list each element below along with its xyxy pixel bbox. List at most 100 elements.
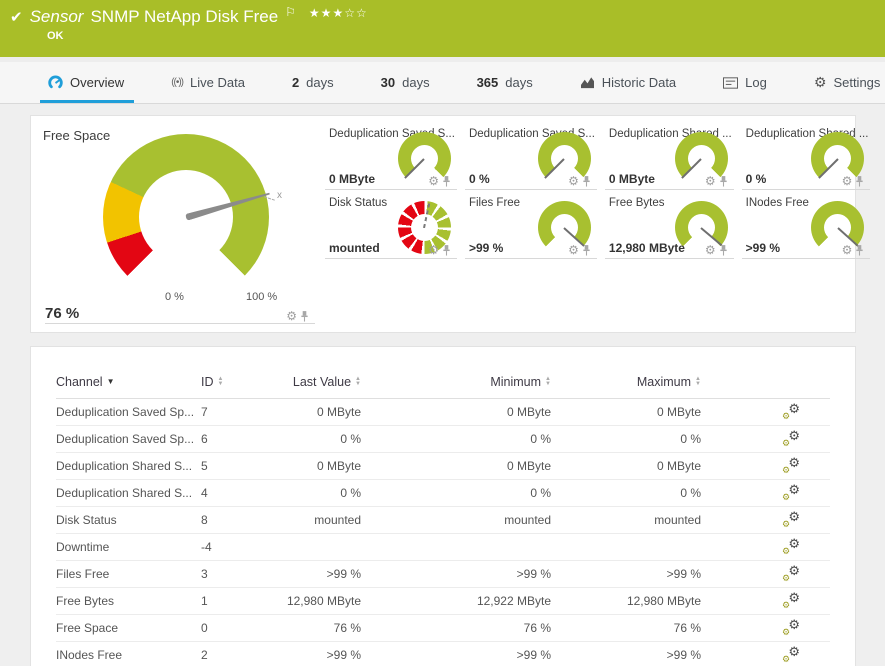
tab-label: Historic Data	[602, 75, 676, 90]
gauge-needle	[185, 190, 271, 221]
gauge-cell-dedup-saved-pct: Deduplication Saved S... 0 % ⚙	[465, 124, 597, 190]
maximum: >99 %	[551, 567, 701, 581]
channel-id: 3	[201, 567, 266, 581]
channel-gear-icon[interactable]: ⚙	[705, 244, 716, 256]
free-space-gauge-pane: Free Space x 0 % 100 % 76 % ⚙	[43, 128, 315, 324]
divider	[45, 323, 315, 324]
channel-name: Free Bytes	[56, 594, 201, 608]
maximum: 0 %	[551, 432, 701, 446]
table-row: Free Bytes 1 12,980 MByte 12,922 MByte 1…	[56, 588, 830, 615]
table-row: Deduplication Saved Sp... 7 0 MByte 0 MB…	[56, 399, 830, 426]
gauge-icon	[48, 75, 63, 90]
column-header-maximum[interactable]: Maximum ▲▼	[637, 375, 701, 389]
channel-id: 7	[201, 405, 266, 419]
pin-icon[interactable]	[855, 245, 864, 256]
minimum: 0 MByte	[361, 405, 551, 419]
last-value: 0 MByte	[266, 405, 361, 419]
channel-settings-gears-icon[interactable]: ⚙⚙	[782, 430, 800, 446]
channel-settings-gears-icon[interactable]: ⚙⚙	[782, 484, 800, 500]
channel-settings-gears-icon[interactable]: ⚙⚙	[782, 592, 800, 608]
table-row: Free Space 0 76 % 76 % 76 % ⚙⚙	[56, 615, 830, 642]
channel-id: 8	[201, 513, 266, 527]
gauge-min-label: 0 %	[165, 291, 184, 303]
tab-live-data[interactable]: ((•)) Live Data	[171, 62, 245, 103]
tab-log[interactable]: Log	[723, 62, 767, 103]
pin-icon[interactable]	[855, 176, 864, 187]
channel-settings-gears-icon[interactable]: ⚙⚙	[782, 538, 800, 554]
maximum: 0 MByte	[551, 459, 701, 473]
table-row: Files Free 3 >99 % >99 % >99 % ⚙⚙	[56, 561, 830, 588]
content-area: Free Space x 0 % 100 % 76 % ⚙ Deduplicat…	[0, 104, 885, 666]
gauge-max-label: 100 %	[246, 291, 277, 303]
channel-settings-gears-icon[interactable]: ⚙⚙	[782, 565, 800, 581]
column-header-id[interactable]: ID ▲▼	[201, 375, 266, 389]
column-header-last-value[interactable]: Last Value ▲▼	[293, 375, 361, 389]
last-value: 12,980 MByte	[266, 594, 361, 608]
channel-name: Deduplication Saved Sp...	[56, 432, 201, 446]
channel-gear-icon[interactable]: ⚙	[842, 175, 853, 187]
channel-name: Free Space	[56, 621, 201, 635]
pin-icon[interactable]	[582, 245, 591, 256]
minimum: mounted	[361, 513, 551, 527]
maximum: 76 %	[551, 621, 701, 635]
minimum: 0 MByte	[361, 459, 551, 473]
table-row: Downtime -4 ⚙⚙	[56, 534, 830, 561]
sort-desc-icon: ▼	[107, 377, 115, 386]
channel-gear-icon[interactable]: ⚙	[842, 244, 853, 256]
channel-name: Deduplication Shared S...	[56, 486, 201, 500]
channel-gear-icon[interactable]: ⚙	[428, 244, 439, 256]
maximum: mounted	[551, 513, 701, 527]
channel-name: INodes Free	[56, 648, 201, 662]
channel-gear-icon[interactable]: ⚙	[705, 175, 716, 187]
tab-2-days[interactable]: 2 days	[292, 62, 334, 103]
tab-30-days[interactable]: 30 days	[381, 62, 430, 103]
minimum: 0 %	[361, 486, 551, 500]
channel-gear-icon[interactable]: ⚙	[568, 244, 579, 256]
pin-icon[interactable]	[719, 245, 728, 256]
tab-historic-data[interactable]: Historic Data	[580, 62, 676, 103]
tab-label: Overview	[70, 75, 124, 90]
gear-icon: ⚙	[814, 74, 827, 91]
channel-gear-icon[interactable]: ⚙	[568, 175, 579, 187]
tab-label: Settings	[833, 75, 880, 90]
channel-settings-gears-icon[interactable]: ⚙⚙	[782, 619, 800, 635]
live-data-icon: ((•))	[171, 77, 183, 88]
gauges-card: Free Space x 0 % 100 % 76 % ⚙ Deduplicat…	[30, 115, 856, 333]
flag-icon[interactable]: ⚐	[285, 5, 296, 19]
maximum: >99 %	[551, 648, 701, 662]
priority-stars[interactable]: ★★★☆☆	[309, 6, 368, 20]
pin-icon[interactable]	[442, 245, 451, 256]
channel-gear-icon[interactable]: ⚙	[286, 310, 297, 322]
channel-settings-gears-icon[interactable]: ⚙⚙	[782, 403, 800, 419]
object-kind-label: Sensor	[30, 7, 84, 27]
channel-id: 1	[201, 594, 266, 608]
channel-name: Deduplication Saved Sp...	[56, 405, 201, 419]
channel-name: Files Free	[56, 567, 201, 581]
pin-icon[interactable]	[300, 311, 309, 322]
column-header-channel[interactable]: Channel ▼	[56, 375, 201, 389]
prtg-sensor-page: ✔ Sensor SNMP NetApp Disk Free ⚐ ★★★☆☆ O…	[0, 0, 885, 666]
status-check-icon: ✔	[10, 8, 23, 26]
minimum: 76 %	[361, 621, 551, 635]
pin-icon[interactable]	[582, 176, 591, 187]
tab-overview[interactable]: Overview	[48, 62, 124, 103]
sort-icon: ▲▼	[695, 377, 701, 387]
table-row: Deduplication Saved Sp... 6 0 % 0 % 0 % …	[56, 426, 830, 453]
table-header-row: Channel ▼ ID ▲▼ Last Value ▲▼ Minimum ▲▼…	[56, 365, 830, 399]
channel-settings-gears-icon[interactable]: ⚙⚙	[782, 511, 800, 527]
minimum: >99 %	[361, 567, 551, 581]
sensor-header: ✔ Sensor SNMP NetApp Disk Free ⚐ ★★★☆☆ O…	[0, 0, 885, 57]
channel-settings-gears-icon[interactable]: ⚙⚙	[782, 646, 800, 662]
pin-icon[interactable]	[442, 176, 451, 187]
channel-settings-gears-icon[interactable]: ⚙⚙	[782, 457, 800, 473]
channel-table-card: Channel ▼ ID ▲▼ Last Value ▲▼ Minimum ▲▼…	[30, 346, 856, 666]
tab-365-days[interactable]: 365 days	[477, 62, 533, 103]
last-value: 0 MByte	[266, 459, 361, 473]
column-header-minimum[interactable]: Minimum ▲▼	[490, 375, 551, 389]
pin-icon[interactable]	[719, 176, 728, 187]
last-value: >99 %	[266, 648, 361, 662]
tab-label: days	[505, 75, 532, 90]
channel-gear-icon[interactable]: ⚙	[428, 175, 439, 187]
tab-settings[interactable]: ⚙ Settings	[814, 62, 881, 103]
channel-id: -4	[201, 540, 266, 554]
